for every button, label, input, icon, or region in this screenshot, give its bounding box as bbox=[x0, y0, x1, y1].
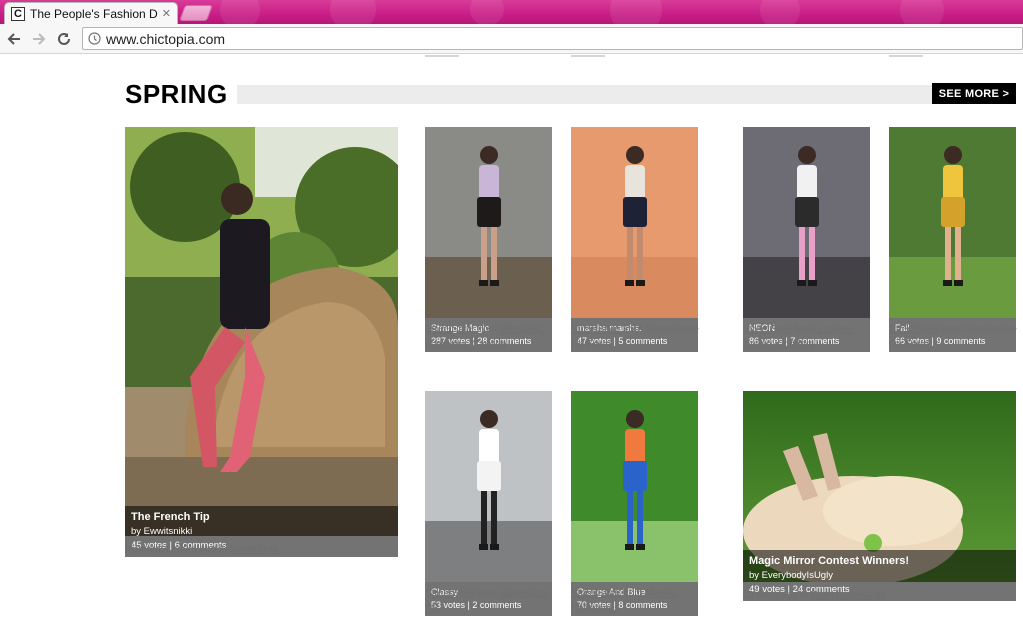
close-tab-icon[interactable]: ✕ bbox=[162, 7, 171, 20]
from-text: from bbox=[476, 588, 497, 599]
page-icon bbox=[88, 32, 101, 45]
caption-link[interactable]: StreetStyle bbox=[230, 544, 279, 555]
look-card: NEON 86 votes | 7 comments StreetStyle f… bbox=[743, 127, 870, 352]
caption-text: blogged 4 hours ago in bbox=[125, 544, 227, 555]
location-line-2: On Earth bbox=[889, 339, 930, 350]
look-tag-link[interactable]: StreetStyle bbox=[425, 324, 474, 335]
browser-toolbar: www.chictopia.com bbox=[0, 24, 1023, 54]
look-tag-link[interactable]: StreetStyle bbox=[571, 588, 620, 599]
location-line-2[interactable]: PR bbox=[425, 601, 560, 616]
location-line-1[interactable]: Winnipeg, bbox=[499, 324, 543, 335]
section-divider-bar bbox=[237, 85, 937, 104]
page-content: SPRING SEE MORE > The French Tip by Ewwi… bbox=[0, 55, 1023, 623]
from-text: from bbox=[940, 324, 961, 335]
contest-author[interactable]: by EverybodyIsUgly bbox=[749, 569, 1010, 583]
location-line-1[interactable]: Manila, bbox=[645, 588, 677, 599]
previous-row-edge bbox=[425, 55, 459, 57]
look-tag-link[interactable]: StreetStyle bbox=[571, 324, 620, 335]
new-tab-button[interactable] bbox=[179, 5, 213, 21]
look-photo[interactable] bbox=[425, 391, 552, 582]
featured-caption: blogged 4 hours ago in StreetStyle bbox=[125, 542, 278, 557]
look-title[interactable]: The French Tip bbox=[131, 510, 392, 525]
look-card: Classy 53 votes | 2 comments StreetStyle… bbox=[425, 391, 552, 616]
section-title: SPRING bbox=[125, 79, 228, 109]
contest-caption: 19 days ago in EverybodyIsUgly bbox=[743, 588, 886, 603]
featured-look-card: The French Tip by Ewwitsnikki 45 votes |… bbox=[125, 127, 398, 557]
browser-tab[interactable]: C The People's Fashion Desti ✕ bbox=[4, 2, 178, 24]
from-text: from bbox=[622, 324, 643, 335]
look-caption-line: StreetStyle from Manila, bbox=[571, 586, 706, 601]
look-card: Orange And Blue 70 votes | 8 comments St… bbox=[571, 391, 698, 616]
url-text: www.chictopia.com bbox=[106, 30, 226, 47]
look-card: marsha marsha. 47 votes | 5 comments Str… bbox=[571, 127, 699, 352]
look-tag-link[interactable]: StreetStyle bbox=[743, 324, 792, 335]
look-photo[interactable] bbox=[743, 127, 870, 318]
forward-button[interactable] bbox=[29, 29, 49, 49]
location-line-2[interactable]: Manitoba, Canada bbox=[425, 337, 560, 352]
from-text: from bbox=[622, 588, 643, 599]
look-caption: StreetStyle from Manila, Philippines bbox=[571, 586, 706, 616]
reload-button[interactable] bbox=[54, 29, 74, 49]
look-caption-line: StreetStyle from Winnipeg, bbox=[425, 322, 560, 337]
previous-row-edge bbox=[571, 55, 605, 57]
from-text: from bbox=[476, 324, 497, 335]
look-caption: StreetStyle from Guaynabo, PR bbox=[425, 586, 560, 616]
browser-tab-strip: C The People's Fashion Desti ✕ bbox=[0, 0, 1023, 24]
tab-title: The People's Fashion Desti bbox=[30, 6, 158, 21]
look-card: Strange Magic 287 votes | 28 comments St… bbox=[425, 127, 552, 352]
look-photo[interactable] bbox=[889, 127, 1016, 318]
section-header: SPRING SEE MORE > bbox=[125, 79, 1016, 109]
look-card: Fail 66 votes | 9 comments StreetStyle f… bbox=[889, 127, 1017, 352]
forward-arrow-icon bbox=[33, 33, 46, 45]
look-photo[interactable] bbox=[571, 391, 698, 582]
look-caption-line: StreetStyle from London, bbox=[743, 322, 878, 337]
look-author[interactable]: by Ewwitsnikki bbox=[131, 525, 392, 539]
location-line-1: Somewhere bbox=[963, 324, 1017, 335]
look-caption: StreetStyle from Somewhere On Earth bbox=[889, 322, 1023, 352]
location-line-2[interactable]: Philippines bbox=[571, 601, 706, 616]
location-line-1: Somewhere bbox=[645, 324, 699, 335]
see-more-button[interactable]: SEE MORE > bbox=[932, 83, 1016, 104]
look-photo[interactable] bbox=[571, 127, 698, 318]
from-text: from bbox=[794, 324, 815, 335]
featured-look-photo[interactable] bbox=[125, 127, 398, 536]
caption-text: 19 days ago in bbox=[743, 590, 809, 601]
look-tag-link[interactable]: StreetStyle bbox=[425, 588, 474, 599]
contest-card: Magic Mirror Contest Winners! by Everybo… bbox=[743, 391, 1016, 601]
back-button[interactable] bbox=[4, 29, 24, 49]
previous-row-edge bbox=[889, 55, 923, 57]
look-tag-link[interactable]: StreetStyle bbox=[889, 324, 938, 335]
address-bar[interactable]: www.chictopia.com bbox=[82, 27, 1023, 50]
location-line-2: On Earth bbox=[571, 339, 612, 350]
location-line-1[interactable]: Guaynabo, bbox=[499, 588, 548, 599]
look-caption-line: StreetStyle from Guaynabo, bbox=[425, 586, 560, 601]
location-line-2[interactable]: United Kingdom bbox=[743, 337, 878, 352]
back-arrow-icon bbox=[7, 33, 20, 45]
chictopia-favicon-icon: C bbox=[11, 6, 25, 21]
contest-title[interactable]: Magic Mirror Contest Winners! bbox=[749, 554, 1010, 569]
look-photo[interactable] bbox=[425, 127, 552, 318]
look-caption: StreetStyle from London, United Kingdom bbox=[743, 322, 878, 352]
location-line-1[interactable]: London, bbox=[817, 324, 853, 335]
caption-link[interactable]: EverybodyIsUgly bbox=[811, 590, 886, 601]
look-caption: StreetStyle from Winnipeg, Manitoba, Can… bbox=[425, 322, 560, 352]
look-caption: StreetStyle from Somewhere On Earth bbox=[571, 322, 706, 352]
look-caption-line: StreetStyle from Somewhere bbox=[889, 322, 1023, 337]
look-caption-line: StreetStyle from Somewhere bbox=[571, 322, 706, 337]
reload-icon bbox=[58, 32, 70, 45]
